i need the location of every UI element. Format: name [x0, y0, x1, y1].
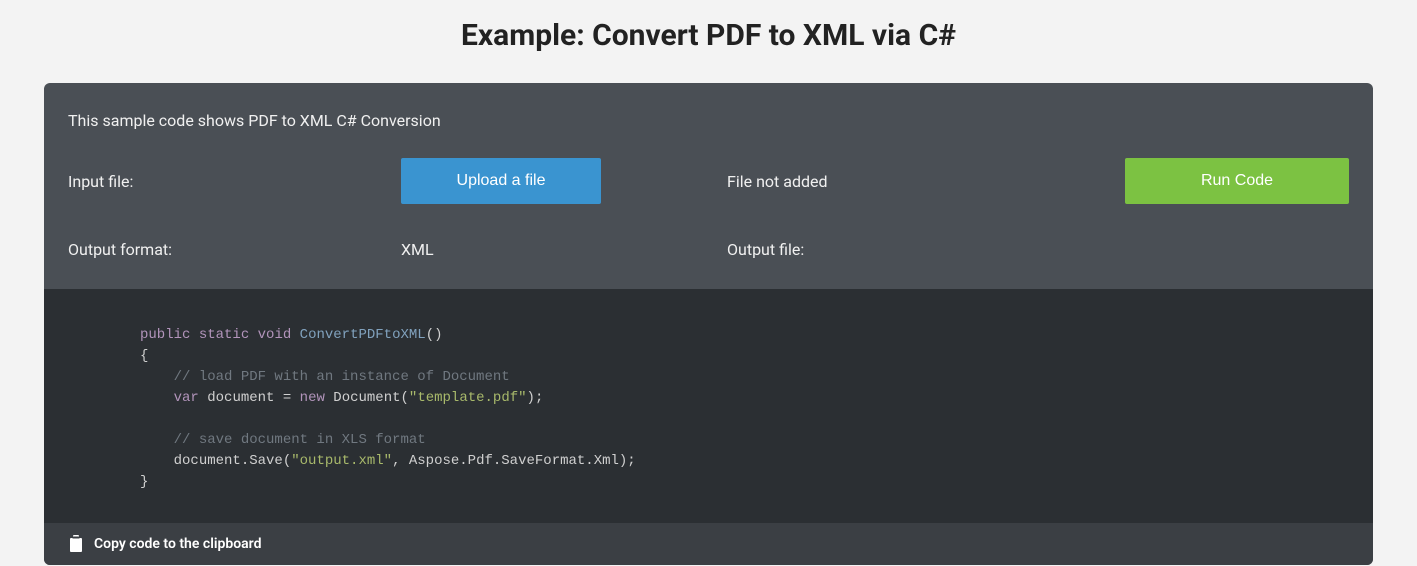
function-name: ConvertPDFtoXML	[300, 327, 426, 343]
code-text: =	[274, 390, 299, 406]
code-comment: // save document in XLS format	[174, 432, 426, 448]
keyword-public: public	[140, 327, 190, 343]
code-string: "template.pdf"	[409, 390, 527, 406]
example-panel: This sample code shows PDF to XML C# Con…	[44, 83, 1373, 565]
output-row: Output format: XML Output file:	[68, 240, 1349, 259]
keyword-static: static	[199, 327, 249, 343]
code-string: "output.xml"	[291, 453, 392, 469]
code-comment: // load PDF with an instance of Document	[174, 369, 510, 385]
copy-code-button[interactable]: Copy code to the clipboard	[44, 523, 1373, 565]
page-title: Example: Convert PDF to XML via C#	[0, 18, 1417, 53]
copy-code-label: Copy code to the clipboard	[94, 536, 261, 552]
code-text: {	[140, 348, 148, 364]
keyword-var: var	[174, 390, 199, 406]
code-text: }	[140, 474, 148, 490]
upload-file-button[interactable]: Upload a file	[401, 158, 601, 204]
code-block: public static void ConvertPDFtoXML() { /…	[44, 289, 1373, 523]
code-text: ()	[426, 327, 443, 343]
run-code-button[interactable]: Run Code	[1125, 158, 1349, 204]
output-file-label: Output file:	[727, 240, 1060, 259]
keyword-new: new	[300, 390, 325, 406]
keyword-void: void	[258, 327, 292, 343]
code-text: );	[527, 390, 544, 406]
input-file-label: Input file:	[68, 172, 401, 191]
input-row: Input file: Upload a file File not added…	[68, 158, 1349, 204]
code-text: document	[207, 390, 274, 406]
output-format-value: XML	[401, 240, 434, 259]
code-text: document.Save(	[174, 453, 292, 469]
output-format-label: Output format:	[68, 240, 401, 259]
clipboard-icon	[68, 535, 84, 553]
code-text: , Aspose.Pdf.SaveFormat.Xml);	[392, 453, 636, 469]
file-status: File not added	[727, 172, 1060, 191]
code-text: Document	[333, 390, 400, 406]
panel-controls: This sample code shows PDF to XML C# Con…	[44, 83, 1373, 289]
panel-description: This sample code shows PDF to XML C# Con…	[68, 111, 1349, 130]
